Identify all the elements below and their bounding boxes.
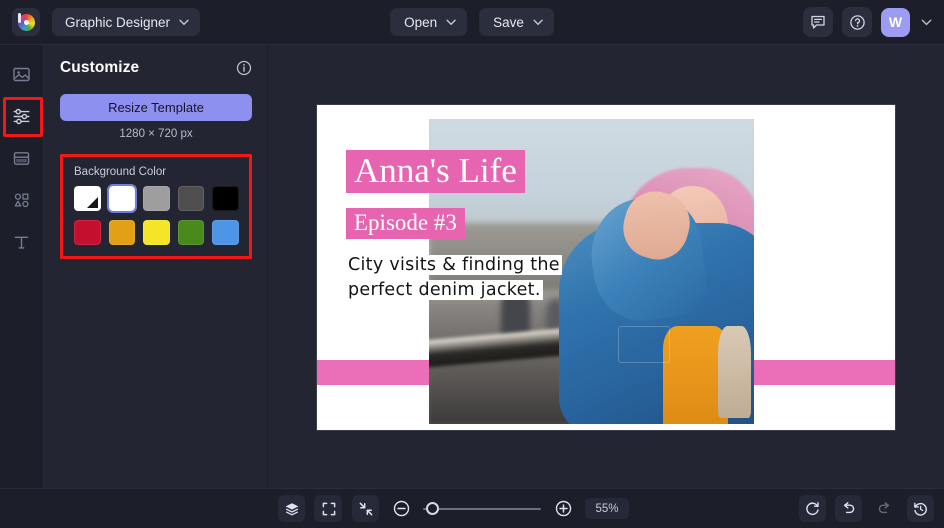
photo-collar — [718, 326, 751, 418]
image-icon — [13, 67, 30, 81]
rail-item-image[interactable] — [5, 57, 39, 91]
file-menu-group: Open Save — [390, 8, 554, 36]
zoom-in-icon — [555, 500, 571, 517]
swatch-green[interactable] — [177, 220, 205, 245]
reset-button[interactable] — [799, 495, 826, 522]
zoom-slider-handle[interactable] — [426, 501, 439, 515]
zoom-slider-track — [423, 507, 541, 510]
history-controls — [799, 495, 934, 522]
tool-rail — [0, 45, 44, 488]
canvas-subtitle-text[interactable]: Episode #3 — [346, 208, 465, 240]
save-label: Save — [493, 14, 524, 30]
swatch-black[interactable] — [212, 186, 239, 211]
photo-jacket-pocket — [617, 326, 670, 363]
bottom-bar: 55% — [0, 488, 944, 528]
open-menu-button[interactable]: Open — [390, 8, 468, 36]
main-body: Customize Resize Template 1280 × 720 px … — [0, 45, 944, 488]
zoom-out-button[interactable] — [389, 497, 413, 521]
chevron-down-icon — [533, 19, 543, 25]
fullscreen-icon — [322, 502, 335, 515]
rail-item-layout[interactable] — [5, 141, 39, 175]
page-title: Customize — [60, 59, 140, 76]
top-bar: Graphic Designer Open Save W — [0, 0, 944, 45]
artboard[interactable]: Anna's Life Episode #3 City visits & fin… — [317, 105, 895, 430]
canvas-body-line-1: City visits & finding the — [346, 255, 562, 275]
rail-item-shapes[interactable] — [5, 183, 39, 217]
customize-panel: Customize Resize Template 1280 × 720 px … — [44, 45, 268, 488]
swatch-blue[interactable] — [212, 220, 239, 245]
swatch-transparent[interactable] — [74, 186, 101, 211]
resize-template-button[interactable]: Resize Template — [60, 94, 252, 121]
canvas-stage[interactable]: Anna's Life Episode #3 City visits & fin… — [268, 45, 944, 488]
swatch-gray[interactable] — [143, 186, 170, 211]
fullscreen-button[interactable] — [315, 495, 342, 522]
document-name-dropdown[interactable]: Graphic Designer — [52, 8, 201, 36]
swatch-white[interactable] — [106, 184, 138, 213]
account-group: W — [803, 7, 934, 37]
chevron-down-icon — [446, 19, 456, 25]
shapes-icon — [14, 192, 29, 207]
history-button[interactable] — [907, 495, 934, 522]
zoom-level-value[interactable]: 55% — [585, 498, 629, 519]
template-dimensions: 1280 × 720 px — [119, 128, 193, 140]
swatch-amber[interactable] — [108, 220, 136, 245]
info-circle-icon — [236, 60, 252, 76]
help-circle-icon — [849, 14, 865, 30]
background-color-section: Background Color — [60, 154, 252, 259]
rail-item-text[interactable] — [5, 225, 39, 259]
zoom-controls: 55% — [315, 495, 629, 522]
rail-item-customize[interactable] — [2, 97, 43, 137]
redo-icon — [878, 502, 890, 514]
layers-button[interactable] — [278, 495, 305, 522]
undo-icon — [843, 502, 855, 514]
layers-icon — [285, 502, 298, 515]
comment-button[interactable] — [803, 7, 833, 37]
avatar-initial: W — [888, 14, 903, 30]
canvas-body-line-2: perfect denim jacket. — [346, 279, 543, 300]
swatch-row-color — [74, 220, 239, 245]
help-button[interactable] — [842, 7, 872, 37]
logo-stem — [18, 13, 21, 23]
history-icon — [914, 502, 927, 516]
zoom-slider[interactable] — [423, 501, 541, 517]
app-root: Graphic Designer Open Save W Customize R… — [0, 0, 944, 528]
canvas-title-text[interactable]: Anna's Life — [346, 150, 525, 194]
swatch-crimson[interactable] — [74, 220, 101, 245]
undo-button[interactable] — [835, 495, 862, 522]
background-color-label: Background Color — [74, 166, 167, 178]
resize-template-label: Resize Template — [108, 100, 204, 115]
zoom-in-button[interactable] — [551, 497, 575, 521]
panel-header: Customize — [60, 59, 252, 77]
fit-screen-icon — [359, 502, 372, 515]
fit-screen-button[interactable] — [352, 495, 379, 522]
sliders-icon — [13, 108, 30, 124]
app-logo-button[interactable] — [12, 8, 40, 36]
transparent-triangle-icon — [86, 197, 98, 208]
document-name-label: Graphic Designer — [65, 14, 171, 30]
user-avatar[interactable]: W — [881, 7, 910, 37]
text-icon — [14, 236, 29, 249]
account-menu-button[interactable] — [919, 19, 934, 26]
chevron-down-icon — [921, 19, 932, 25]
canvas-body-text[interactable]: City visits & finding the perfect denim … — [346, 253, 562, 303]
open-label: Open — [404, 14, 438, 30]
swatch-row-neutral — [74, 184, 239, 213]
reset-icon — [806, 502, 819, 516]
swatch-yellow[interactable] — [143, 220, 170, 245]
redo-button[interactable] — [871, 495, 898, 522]
zoom-out-icon — [393, 500, 409, 517]
comment-icon — [811, 15, 825, 29]
layout-icon — [13, 151, 30, 165]
swatch-dark-gray[interactable] — [177, 186, 205, 211]
save-menu-button[interactable]: Save — [479, 8, 554, 36]
panel-info-button[interactable] — [236, 60, 252, 76]
chevron-down-icon — [179, 19, 189, 25]
